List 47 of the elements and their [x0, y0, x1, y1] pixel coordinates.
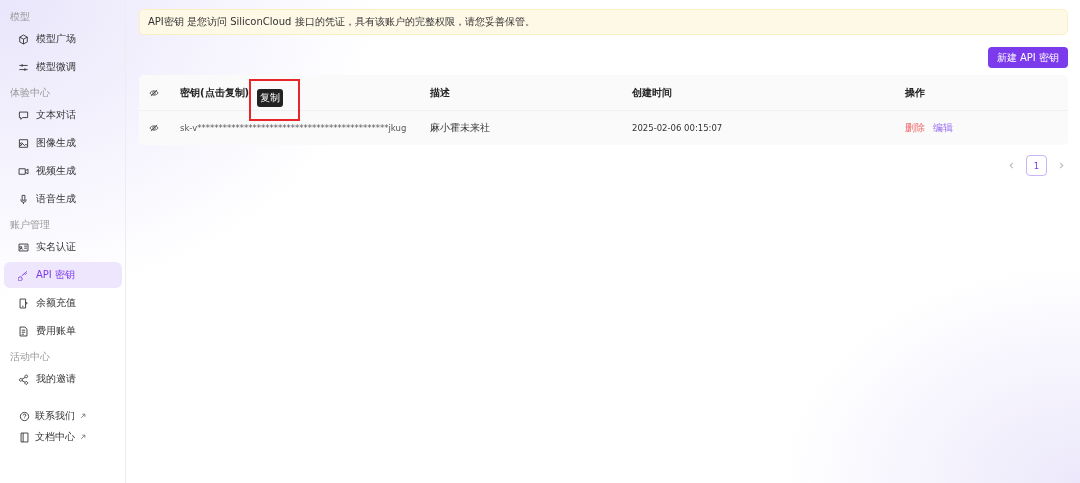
section-label: 活动中心	[9, 350, 51, 364]
share-icon	[18, 373, 29, 385]
column-header: 创建时间	[632, 85, 672, 100]
external-link-icon	[80, 413, 86, 419]
highlight-frame	[249, 79, 300, 121]
idcard-icon	[18, 241, 29, 253]
external-link-icon	[80, 434, 86, 440]
tooltip: 复制	[257, 89, 283, 107]
action-link[interactable]: 编辑	[933, 121, 953, 135]
sidebar-item[interactable]: 文本对话	[4, 102, 122, 128]
section-label: 模型	[9, 10, 31, 24]
key-icon	[18, 269, 29, 281]
sidebar-item[interactable]: 图像生成	[4, 130, 122, 156]
hidden-icon[interactable]	[149, 123, 159, 133]
hidden-icon[interactable]	[149, 87, 159, 98]
video-icon	[18, 165, 29, 177]
page-button[interactable]: 1	[1026, 155, 1047, 176]
table-cell: 麻小霍未来社	[430, 121, 490, 135]
sidebar-item[interactable]: 实名认证	[4, 234, 122, 260]
sliders-icon	[18, 61, 29, 73]
sidebar-item[interactable]: 费用账单	[4, 318, 122, 344]
sidebar-item[interactable]: 视频生成	[4, 158, 122, 184]
sidebar-item[interactable]: API 密钥	[4, 262, 122, 288]
column-header: 描述	[430, 85, 450, 100]
image-icon	[18, 137, 29, 149]
sidebar-item[interactable]: 余额充值	[4, 290, 122, 316]
chat-icon	[18, 109, 29, 121]
section-label: 账户管理	[9, 218, 51, 232]
new-key-button[interactable]: 新建 API 密钥	[987, 47, 1068, 68]
sidebar-item[interactable]: 模型微调	[4, 54, 122, 80]
phone-icon	[18, 297, 29, 309]
help-icon	[19, 410, 30, 422]
receipt-icon	[18, 325, 29, 337]
table-cell: 2025-02-06 00:15:07	[632, 123, 723, 133]
sidebar-item[interactable]: 语音生成	[4, 186, 122, 212]
sidebar-link[interactable]: 联系我们	[4, 408, 122, 424]
cube-icon	[18, 33, 29, 45]
mic-icon	[18, 193, 29, 205]
column-header: 密钥(点击复制)	[180, 85, 250, 100]
sidebar-link[interactable]: 文档中心	[4, 429, 122, 445]
column-header: 操作	[905, 85, 925, 100]
section-label: 体验中心	[9, 86, 51, 100]
book-icon	[19, 431, 30, 443]
sidebar-item[interactable]: 我的邀请	[4, 366, 122, 392]
key-text[interactable]: sk-v*********************************************jkug	[180, 123, 407, 133]
notice-banner: API密钥 是您访问 SiliconCloud 接口的凭证，具有该账户的完整权限，请您妥善保管。	[139, 9, 1068, 35]
sidebar-item[interactable]: 模型广场	[4, 26, 122, 52]
